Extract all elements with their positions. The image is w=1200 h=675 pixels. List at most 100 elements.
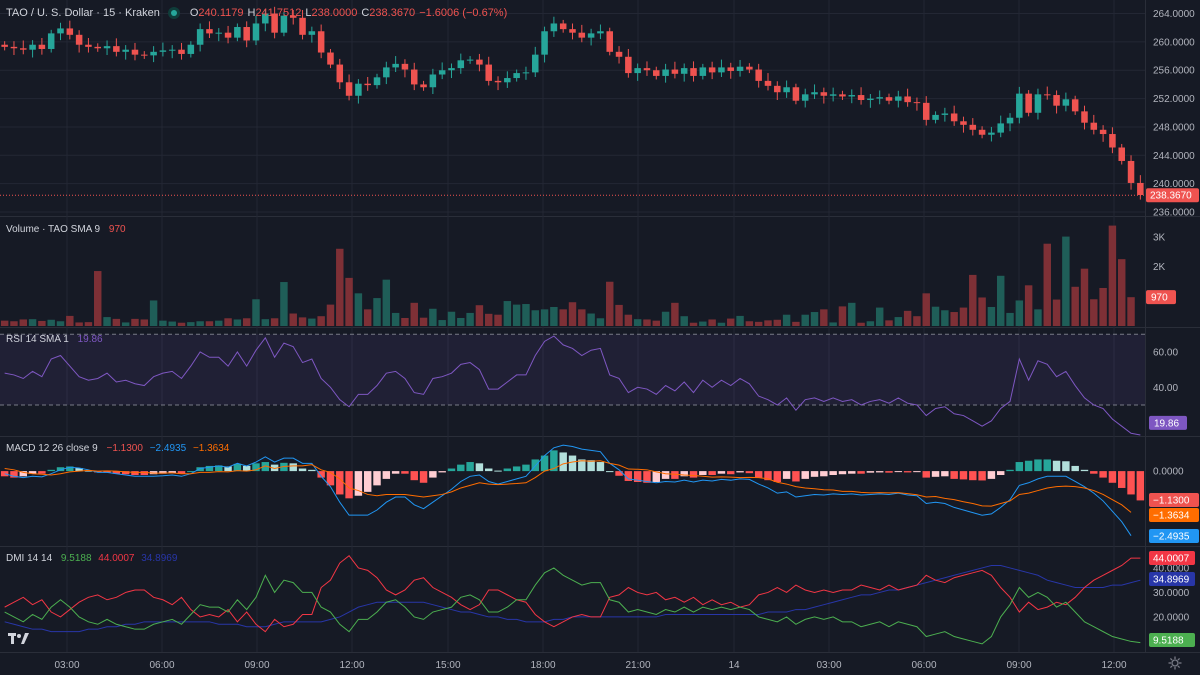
volume-bar	[484, 313, 493, 326]
time-tick-label: 03:00	[54, 660, 79, 671]
macd-histogram-bar	[484, 468, 493, 472]
volume-bar	[270, 318, 279, 326]
macd-histogram-bar	[922, 471, 930, 478]
tradingview-logo-icon[interactable]	[8, 631, 30, 647]
volume-bar	[875, 307, 884, 326]
time-tick-label: 18:00	[530, 660, 555, 671]
candle-body	[615, 51, 623, 57]
candle-body	[755, 69, 762, 81]
macd-histogram-bar	[782, 471, 791, 479]
candle-body	[410, 69, 418, 85]
volume-bar	[149, 300, 158, 326]
volume-bar	[215, 320, 223, 326]
adx-line	[4, 564, 1141, 633]
macd-histogram-bar	[1118, 471, 1126, 488]
candle-body	[1137, 182, 1144, 195]
candle-body	[38, 44, 46, 49]
volume-bar	[242, 318, 251, 326]
macd-histogram-bar	[1052, 460, 1061, 472]
macd-histogram-bar	[894, 471, 903, 473]
candle-body	[429, 74, 437, 88]
volume-bar	[159, 320, 167, 326]
candle-body	[178, 49, 185, 54]
volume-bar	[885, 320, 893, 326]
candle-body	[662, 69, 669, 76]
price-chart[interactable]: 03:00 06:00 09:00 12:00 15:00 18:00 21:00 14 03:…	[0, 0, 1200, 675]
volume-bar	[75, 322, 83, 326]
volume-bar	[633, 319, 642, 326]
volume-bar	[987, 306, 996, 326]
volume-bar	[578, 309, 586, 326]
volume-bar	[382, 279, 391, 326]
candle-body	[476, 59, 483, 65]
macd-histogram-bar	[801, 471, 809, 479]
candle-body	[420, 84, 427, 88]
dmi-title[interactable]: DMI 14 14	[6, 553, 52, 564]
macd-histogram-bar	[298, 468, 307, 472]
volume-bar	[1006, 312, 1014, 326]
candle-body	[848, 95, 856, 97]
candle-body	[839, 94, 846, 97]
candle-body	[941, 113, 949, 115]
macd-histogram-bar	[559, 452, 567, 472]
candle-body	[131, 49, 139, 55]
candle-body	[392, 63, 399, 68]
candle-body	[559, 23, 567, 30]
volume-bar	[792, 321, 800, 326]
volume-bar	[624, 314, 633, 326]
macd-histogram-bar	[503, 468, 512, 472]
macd-histogram-bar	[996, 471, 1005, 475]
volume-bar	[857, 322, 865, 326]
candle-body	[829, 94, 837, 96]
high-value: 241.7512	[255, 7, 302, 19]
time-tick-label: 12:00	[1101, 660, 1126, 671]
volume-bar	[913, 316, 921, 326]
volume-bar	[615, 304, 623, 326]
candle-body	[383, 67, 390, 78]
volume-bar	[959, 307, 968, 326]
volume-sma-value: 970	[108, 224, 126, 235]
volume-bar	[522, 304, 530, 326]
macd-title[interactable]: MACD 12 26 close 9	[6, 443, 98, 454]
candle-body	[569, 29, 576, 33]
volume-title[interactable]: Volume · TAO SMA 9	[6, 224, 100, 235]
volume-bar	[345, 277, 353, 326]
volume-bar	[996, 275, 1005, 326]
volume-bar	[1071, 286, 1079, 326]
volume-bar	[671, 302, 679, 326]
candle-body	[224, 32, 232, 38]
volume-bar	[717, 322, 726, 326]
candle-body	[1109, 134, 1116, 148]
macd-histogram-bar	[410, 471, 418, 481]
candle-body	[168, 49, 176, 51]
volume-bar	[0, 320, 9, 326]
volume-bar	[205, 321, 214, 326]
settings-gear-icon[interactable]	[1168, 656, 1182, 670]
volume-bar	[121, 322, 130, 326]
volume-bar	[177, 322, 186, 326]
price-tick-label: 256.0000	[1153, 66, 1195, 77]
dmi-tick-label: 20.0000	[1153, 612, 1190, 623]
volume-bar	[187, 322, 195, 326]
macd-histogram-bar	[745, 471, 754, 474]
volume-bar	[680, 316, 688, 326]
volume-bar	[922, 293, 930, 326]
volume-bar	[112, 318, 121, 326]
candle-body	[317, 31, 325, 53]
candle-body	[10, 46, 18, 49]
candle-body	[643, 68, 651, 71]
symbol-title[interactable]: TAO / U. S. Dollar · 15 · Kraken	[6, 7, 160, 19]
macd-line	[4, 444, 1132, 536]
dmi-legend: DMI 14 14 9.5188 44.0007 34.8969	[6, 553, 177, 564]
macd-histogram-bar	[587, 460, 595, 472]
candle-body	[699, 67, 707, 76]
candle-body	[857, 95, 865, 101]
candle-body	[960, 121, 967, 125]
macd-histogram-bar	[475, 463, 484, 472]
candle-body	[327, 52, 334, 65]
macd-histogram-bar	[289, 463, 297, 472]
candle-body	[997, 123, 1004, 133]
rsi-title[interactable]: RSI 14 SMA 1	[6, 334, 69, 345]
volume-bar	[38, 320, 46, 326]
candle-body	[187, 44, 195, 54]
